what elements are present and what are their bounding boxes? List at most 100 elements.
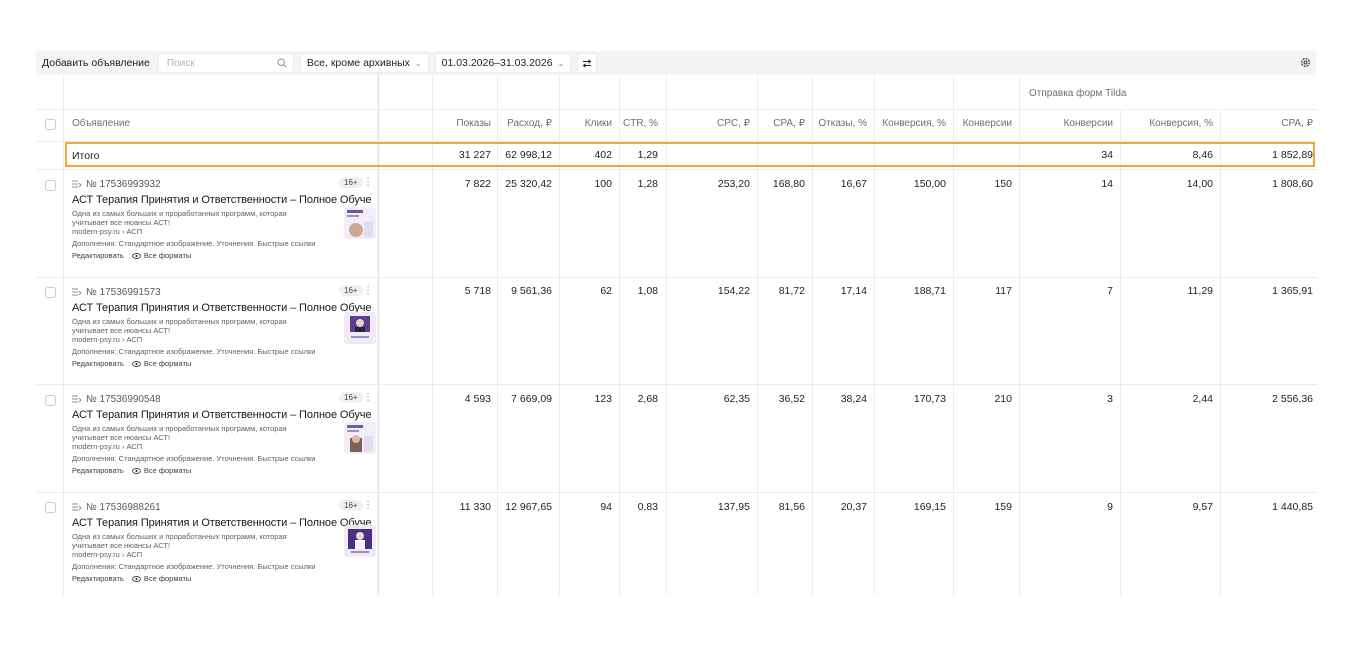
col-header-clicks[interactable]: Клики — [559, 118, 612, 129]
row-cell: 17,14 — [840, 285, 867, 297]
row-cell: 1,28 — [637, 178, 658, 190]
edit-link[interactable]: Редактировать — [72, 574, 124, 583]
row-cell: 0,83 — [637, 501, 658, 513]
total-cell: 1,29 — [637, 149, 658, 161]
row-checkbox[interactable] — [45, 287, 56, 298]
add-ad-button[interactable]: Добавить объявление — [42, 57, 150, 69]
row-checkbox[interactable] — [45, 502, 56, 513]
ad-description: Одна из самых больших и проработанных пр… — [72, 532, 287, 550]
ad-card: № 17536993932 16+ ⋮ АСТ Терапия Принятия… — [72, 177, 376, 260]
all-formats-link[interactable]: Все форматы — [144, 574, 192, 583]
total-cell: 31 227 — [458, 149, 491, 161]
ad-card: № 17536988261 16+ ⋮ АСТ Терапия Принятия… — [72, 500, 376, 583]
ad-title[interactable]: АСТ Терапия Принятия и Ответственности –… — [72, 409, 372, 421]
all-formats-link[interactable]: Все форматы — [144, 359, 192, 368]
row-cell: 253,20 — [717, 178, 750, 190]
total-cell: 62 998,12 — [505, 149, 552, 161]
edit-link[interactable]: Редактировать — [72, 251, 124, 260]
goal-group-header: Отправка форм Tilda — [1029, 88, 1127, 99]
row-cell: 169,15 — [913, 501, 946, 513]
col-header-goal-conversion-rate[interactable]: Конверсия, % — [1120, 118, 1213, 129]
row-cell: 7 822 — [464, 178, 491, 190]
edit-link[interactable]: Редактировать — [72, 466, 124, 475]
col-header-ctr[interactable]: CTR, % — [619, 118, 658, 129]
col-header-goal-conversions[interactable]: Конверсии — [1019, 118, 1113, 129]
all-formats-link[interactable]: Все форматы — [144, 466, 192, 475]
eye-icon — [131, 575, 141, 582]
row-cell: 7 — [1107, 285, 1113, 297]
ad-id[interactable]: № 17536988261 — [86, 502, 161, 513]
col-header-cpa[interactable]: CPA, ₽ — [757, 118, 805, 129]
divider — [36, 277, 1317, 278]
ad-id[interactable]: № 17536990548 — [86, 394, 161, 405]
row-cell: 14 — [1101, 178, 1113, 190]
ad-card: № 17536990548 16+ ⋮ АСТ Терапия Принятия… — [72, 392, 376, 475]
col-header-conversion-rate[interactable]: Конверсия, % — [874, 118, 946, 129]
row-cell: 150 — [994, 178, 1012, 190]
text-ad-icon — [72, 395, 82, 403]
row-cell: 168,80 — [772, 178, 805, 190]
search-box[interactable] — [157, 53, 294, 73]
select-all-checkbox[interactable] — [45, 119, 56, 130]
toolbar: Добавить объявление Все, кроме архивных … — [36, 51, 1316, 75]
search-input[interactable] — [164, 56, 269, 70]
ad-title[interactable]: АСТ Терапия Принятия и Ответственности –… — [72, 194, 372, 206]
ad-image-thumbnail[interactable] — [344, 525, 376, 557]
ad-id[interactable]: № 17536991573 — [86, 287, 161, 298]
eye-icon — [131, 360, 141, 367]
row-cell: 94 — [600, 501, 612, 513]
row-cell: 2,68 — [637, 393, 658, 405]
row-cell: 38,24 — [840, 393, 867, 405]
col-header-impressions[interactable]: Показы — [432, 118, 491, 129]
row-cell: 20,37 — [840, 501, 867, 513]
ad-extensions: Дополнения: Стандартное изображение. Уто… — [72, 454, 316, 463]
total-cell: 34 — [1101, 149, 1113, 161]
ad-image-thumbnail[interactable] — [344, 422, 376, 454]
ad-id[interactable]: № 17536993932 — [86, 179, 161, 190]
ad-url: modern-psy.ru › АСП — [72, 442, 143, 451]
row-checkbox[interactable] — [45, 180, 56, 191]
ad-title[interactable]: АСТ Терапия Принятия и Ответственности –… — [72, 517, 372, 529]
edit-link[interactable]: Редактировать — [72, 359, 124, 368]
compare-button[interactable] — [577, 53, 598, 73]
chevron-down-icon: ⌄ — [557, 58, 565, 68]
row-cell: 2,44 — [1192, 393, 1213, 405]
col-header-goal-cpa[interactable]: CPA, ₽ — [1220, 118, 1313, 129]
total-cell: 8,46 — [1192, 149, 1213, 161]
date-range-select[interactable]: 01.03.2026–31.03.2026 ⌄ — [434, 53, 572, 73]
ad-extensions: Дополнения: Стандартное изображение. Уто… — [72, 239, 316, 248]
col-header-ad[interactable]: Объявление — [72, 118, 130, 129]
row-cell: 16,67 — [840, 178, 867, 190]
col-header-conversions[interactable]: Конверсии — [953, 118, 1012, 129]
date-range-label: 01.03.2026–31.03.2026 — [441, 57, 553, 69]
row-cell: 62 — [600, 285, 612, 297]
status-filter-select[interactable]: Все, кроме архивных ⌄ — [299, 53, 429, 73]
row-cell: 9 561,36 — [511, 285, 552, 297]
ad-card: № 17536991573 16+ ⋮ АСТ Терапия Принятия… — [72, 285, 376, 368]
more-vertical-icon[interactable]: ⋮ — [363, 285, 373, 296]
row-cell: 4 593 — [464, 393, 491, 405]
ad-extensions: Дополнения: Стандартное изображение. Уто… — [72, 562, 316, 571]
col-header-bounce[interactable]: Отказы, % — [812, 118, 867, 129]
row-cell: 1 365,91 — [1272, 285, 1313, 297]
ad-description: Одна из самых больших и проработанных пр… — [72, 424, 287, 442]
divider — [36, 169, 1317, 170]
age-badge: 16+ — [339, 177, 363, 188]
col-header-spend[interactable]: Расход, ₽ — [497, 118, 552, 129]
ad-image-thumbnail[interactable] — [344, 207, 376, 239]
ad-url: modern-psy.ru › АСП — [72, 227, 143, 236]
ad-image-thumbnail[interactable] — [344, 312, 376, 344]
more-vertical-icon[interactable]: ⋮ — [363, 500, 373, 511]
row-cell: 3 — [1107, 393, 1113, 405]
ad-title[interactable]: АСТ Терапия Принятия и Ответственности –… — [72, 302, 372, 314]
row-cell: 9,57 — [1192, 501, 1213, 513]
all-formats-link[interactable]: Все форматы — [144, 251, 192, 260]
row-cell: 1 808,60 — [1272, 178, 1313, 190]
more-vertical-icon[interactable]: ⋮ — [363, 392, 373, 403]
row-checkbox[interactable] — [45, 395, 56, 406]
swap-arrows-icon — [583, 58, 592, 68]
row-cell: 62,35 — [723, 393, 750, 405]
gear-icon[interactable] — [1299, 56, 1312, 69]
more-vertical-icon[interactable]: ⋮ — [363, 177, 373, 188]
col-header-cpc[interactable]: CPC, ₽ — [666, 118, 750, 129]
